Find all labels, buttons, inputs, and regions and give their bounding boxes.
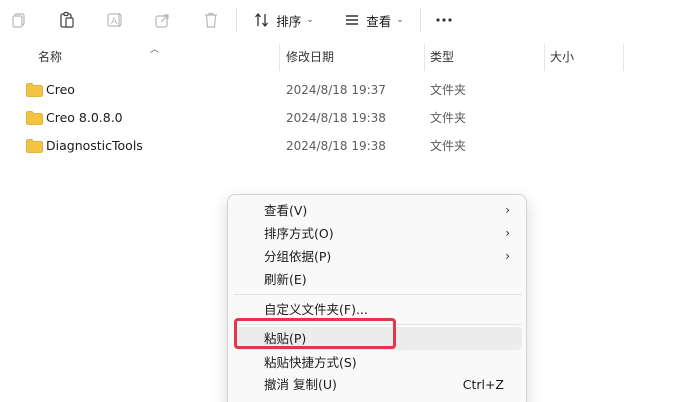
file-date: 2024/8/18 19:37 bbox=[286, 83, 386, 97]
menu-item-paste-shortcut[interactable]: 粘贴快捷方式(S) bbox=[234, 351, 522, 374]
file-date: 2024/8/18 19:38 bbox=[286, 111, 386, 125]
file-type: 文件夹 bbox=[430, 83, 467, 97]
paste-button[interactable] bbox=[54, 6, 80, 34]
sort-label: 排序 bbox=[276, 13, 302, 29]
menu-item-label: 分组依据(P) bbox=[264, 249, 332, 264]
column-divider[interactable] bbox=[279, 44, 280, 71]
menu-item-undo-copy[interactable]: 撤消 复制(U) Ctrl+Z bbox=[234, 373, 522, 396]
menu-item-label: 刷新(E) bbox=[264, 272, 307, 287]
file-name: Creo 8.0.8.0 bbox=[46, 110, 123, 125]
rename-button[interactable]: A bbox=[102, 6, 128, 34]
highlight-box bbox=[234, 318, 396, 349]
file-type: 文件夹 bbox=[430, 111, 467, 125]
menu-item-group-by[interactable]: 分组依据(P) › bbox=[234, 245, 522, 268]
menu-item-view[interactable]: 查看(V) › bbox=[234, 199, 522, 222]
more-icon bbox=[436, 18, 452, 22]
toolbar-separator bbox=[420, 8, 421, 32]
toolbar-separator bbox=[236, 8, 237, 32]
column-header-date[interactable]: 修改日期 bbox=[286, 44, 334, 71]
file-row[interactable]: Creo 8.0.8.0 2024/8/18 19:38 文件夹 bbox=[20, 104, 660, 132]
more-options-button[interactable] bbox=[430, 6, 458, 34]
column-divider[interactable] bbox=[424, 44, 425, 71]
chevron-right-icon: › bbox=[505, 249, 510, 263]
view-icon bbox=[346, 15, 359, 25]
file-date: 2024/8/18 19:38 bbox=[286, 139, 386, 153]
menu-item-sort-by[interactable]: 排序方式(O) › bbox=[234, 222, 522, 245]
file-row[interactable]: DiagnosticTools 2024/8/18 19:38 文件夹 bbox=[20, 132, 660, 160]
share-icon bbox=[155, 14, 169, 28]
keyboard-shortcut: Ctrl+Z bbox=[462, 377, 504, 392]
context-menu: 查看(V) › 排序方式(O) › 分组依据(P) › 刷新(E) 自定义文件夹… bbox=[227, 194, 527, 402]
folder-icon bbox=[26, 111, 43, 125]
column-header-name[interactable]: 名称 bbox=[38, 44, 62, 71]
column-header-row: 名称 修改日期 类型 大小 bbox=[0, 44, 694, 71]
sort-button[interactable]: 排序 ⌄ bbox=[248, 6, 320, 34]
rename-icon: A bbox=[107, 13, 122, 27]
paste-icon bbox=[60, 11, 74, 28]
view-label: 查看 bbox=[366, 13, 392, 29]
file-name: DiagnosticTools bbox=[46, 138, 143, 153]
folder-icon bbox=[26, 139, 43, 153]
menu-separator bbox=[234, 294, 522, 295]
copy-icon bbox=[12, 13, 25, 28]
chevron-down-icon: ⌄ bbox=[306, 15, 314, 25]
column-divider[interactable] bbox=[623, 44, 624, 71]
chevron-right-icon: › bbox=[505, 226, 510, 240]
share-button[interactable] bbox=[150, 6, 176, 34]
delete-button[interactable] bbox=[198, 6, 224, 34]
chevron-down-icon: ⌄ bbox=[396, 15, 404, 25]
menu-item-label: 粘贴快捷方式(S) bbox=[264, 355, 357, 370]
file-type: 文件夹 bbox=[430, 139, 467, 153]
column-header-size[interactable]: 大小 bbox=[550, 44, 574, 71]
column-header-type[interactable]: 类型 bbox=[430, 44, 454, 71]
file-name: Creo bbox=[46, 82, 75, 97]
column-divider[interactable] bbox=[544, 44, 545, 71]
folder-icon bbox=[26, 83, 43, 97]
menu-item-label: 查看(V) bbox=[264, 203, 308, 218]
sort-ascending-icon: ︿ bbox=[150, 45, 160, 55]
file-row[interactable]: Creo 2024/8/18 19:37 文件夹 bbox=[20, 76, 660, 104]
svg-text:A: A bbox=[111, 17, 118, 27]
view-button[interactable]: 查看 ⌄ bbox=[338, 6, 410, 34]
delete-icon bbox=[205, 12, 217, 28]
menu-item-label: 排序方式(O) bbox=[264, 226, 334, 241]
copy-button[interactable] bbox=[6, 6, 32, 34]
menu-item-label: 撤消 复制(U) bbox=[264, 377, 337, 392]
sort-icon bbox=[255, 12, 269, 28]
chevron-right-icon: › bbox=[505, 203, 510, 217]
command-bar: A 排序 ⌄ 查看 ⌄ bbox=[0, 0, 694, 40]
menu-item-refresh[interactable]: 刷新(E) bbox=[234, 268, 522, 291]
